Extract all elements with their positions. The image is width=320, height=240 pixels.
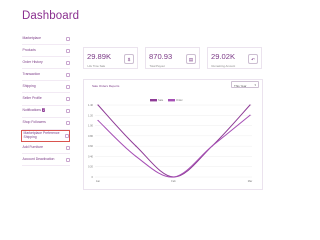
sidebar-item-shipping[interactable]: Shipping xyxy=(22,81,70,94)
stat-card-total-payout: 870.93 Total Payout ▤ xyxy=(145,47,200,69)
stat-value: 29.02K xyxy=(211,52,236,61)
sidebar-item-label: Add Furniture xyxy=(22,144,44,149)
legend-swatch xyxy=(168,99,175,102)
y-tick-label: 1.20 xyxy=(88,113,94,117)
data-point xyxy=(97,104,99,106)
data-point xyxy=(135,145,137,147)
square-icon xyxy=(64,134,69,138)
square-icon xyxy=(65,60,70,65)
y-tick-label: 1.00 xyxy=(88,124,94,128)
y-tick-label: 0.40 xyxy=(88,154,94,158)
square-icon xyxy=(65,72,70,77)
stat-card-remaining-amount: 29.02K Remaining Amount ↶ xyxy=(207,47,262,69)
data-point xyxy=(249,104,251,106)
data-point xyxy=(211,145,213,147)
stat-label: Total Payout xyxy=(149,63,165,68)
data-point xyxy=(97,119,99,122)
data-point xyxy=(173,176,175,178)
sidebar-item-label: Notifications 2 xyxy=(22,108,46,113)
y-tick-label: 1.40 xyxy=(88,103,94,107)
sidebar-item-label: Account Deactivation xyxy=(22,156,55,161)
sidebar-item-order-history[interactable]: Order History xyxy=(22,57,70,70)
sidebar-item-shop-followers[interactable]: Shop Followers xyxy=(22,118,70,130)
stat-card-lifetime-sale: 29.89K Life Time Sale $ xyxy=(83,47,138,69)
sidebar-item-label: Shop Followers xyxy=(22,120,46,125)
stat-cards: 29.89K Life Time Sale $ 870.93 Total Pay… xyxy=(83,47,263,69)
x-tick-label: Feb xyxy=(171,179,176,183)
square-icon xyxy=(65,97,70,102)
x-tick-label: Jan xyxy=(96,179,101,183)
page-title: Dashboard xyxy=(22,10,80,22)
y-tick-label: 0.80 xyxy=(88,134,94,138)
sidebar: Marketplace Products Order History Trans… xyxy=(21,33,70,167)
square-icon xyxy=(65,84,70,89)
document-icon[interactable]: ▤ xyxy=(186,54,196,64)
sidebar-item-marketplace-preference-shipping[interactable]: Marketplace Preference Shipping xyxy=(21,129,70,143)
square-icon xyxy=(65,121,70,126)
square-icon xyxy=(65,36,70,41)
sidebar-item-notifications[interactable]: Notifications 2 xyxy=(22,106,70,118)
refresh-icon[interactable]: ↶ xyxy=(248,54,258,64)
legend-label: Order xyxy=(176,98,183,102)
line-chart: 1.40 1.20 1.00 0.80 0.60 0.40 0.20 0Jan Feb Mar Sa… xyxy=(88,98,253,183)
sidebar-item-label: Order History xyxy=(22,59,43,64)
square-icon xyxy=(65,157,70,162)
sales-chart-panel: Sale Orders Reports This Year ▾ 1.40 1.20… xyxy=(83,79,263,190)
sidebar-item-products[interactable]: Products xyxy=(22,45,70,58)
square-icon xyxy=(65,48,70,53)
sidebar-item-label: Products xyxy=(22,47,36,52)
data-point xyxy=(135,155,137,158)
dollar-icon[interactable]: $ xyxy=(124,54,134,64)
sidebar-item-account-deactivation[interactable]: Account Deactivation xyxy=(22,154,70,167)
stat-value: 870.93 xyxy=(149,52,173,61)
stat-value: 29.89K xyxy=(87,52,112,61)
y-tick-label: 0.60 xyxy=(88,144,94,148)
y-tick-label: 0 xyxy=(92,175,94,179)
y-tick-label: 0.20 xyxy=(88,165,94,169)
data-point xyxy=(249,114,251,116)
sidebar-item-marketplace[interactable]: Marketplace xyxy=(22,33,70,46)
stat-label: Life Time Sale xyxy=(87,63,106,68)
sidebar-item-label: Transaction xyxy=(22,71,41,76)
legend-swatch xyxy=(150,99,157,102)
sidebar-item-label: Shipping xyxy=(22,84,36,89)
stat-label: Remaining Amount xyxy=(211,63,236,68)
sidebar-item-seller-profile[interactable]: Seller Profile xyxy=(22,93,70,106)
sidebar-item-label: Marketplace xyxy=(22,35,41,40)
notification-badge: 2 xyxy=(41,108,46,113)
series-line xyxy=(97,104,251,178)
sidebar-item-label: Seller Profile xyxy=(22,96,42,101)
x-tick-label: Mar xyxy=(248,179,253,183)
legend-label: Sale xyxy=(158,98,164,102)
square-icon xyxy=(65,109,70,114)
sidebar-item-label: Marketplace Preference Shipping xyxy=(23,131,60,139)
sidebar-item-add-furniture[interactable]: Add Furniture xyxy=(22,142,70,155)
square-icon xyxy=(65,145,70,150)
sidebar-item-transaction[interactable]: Transaction xyxy=(22,69,70,82)
